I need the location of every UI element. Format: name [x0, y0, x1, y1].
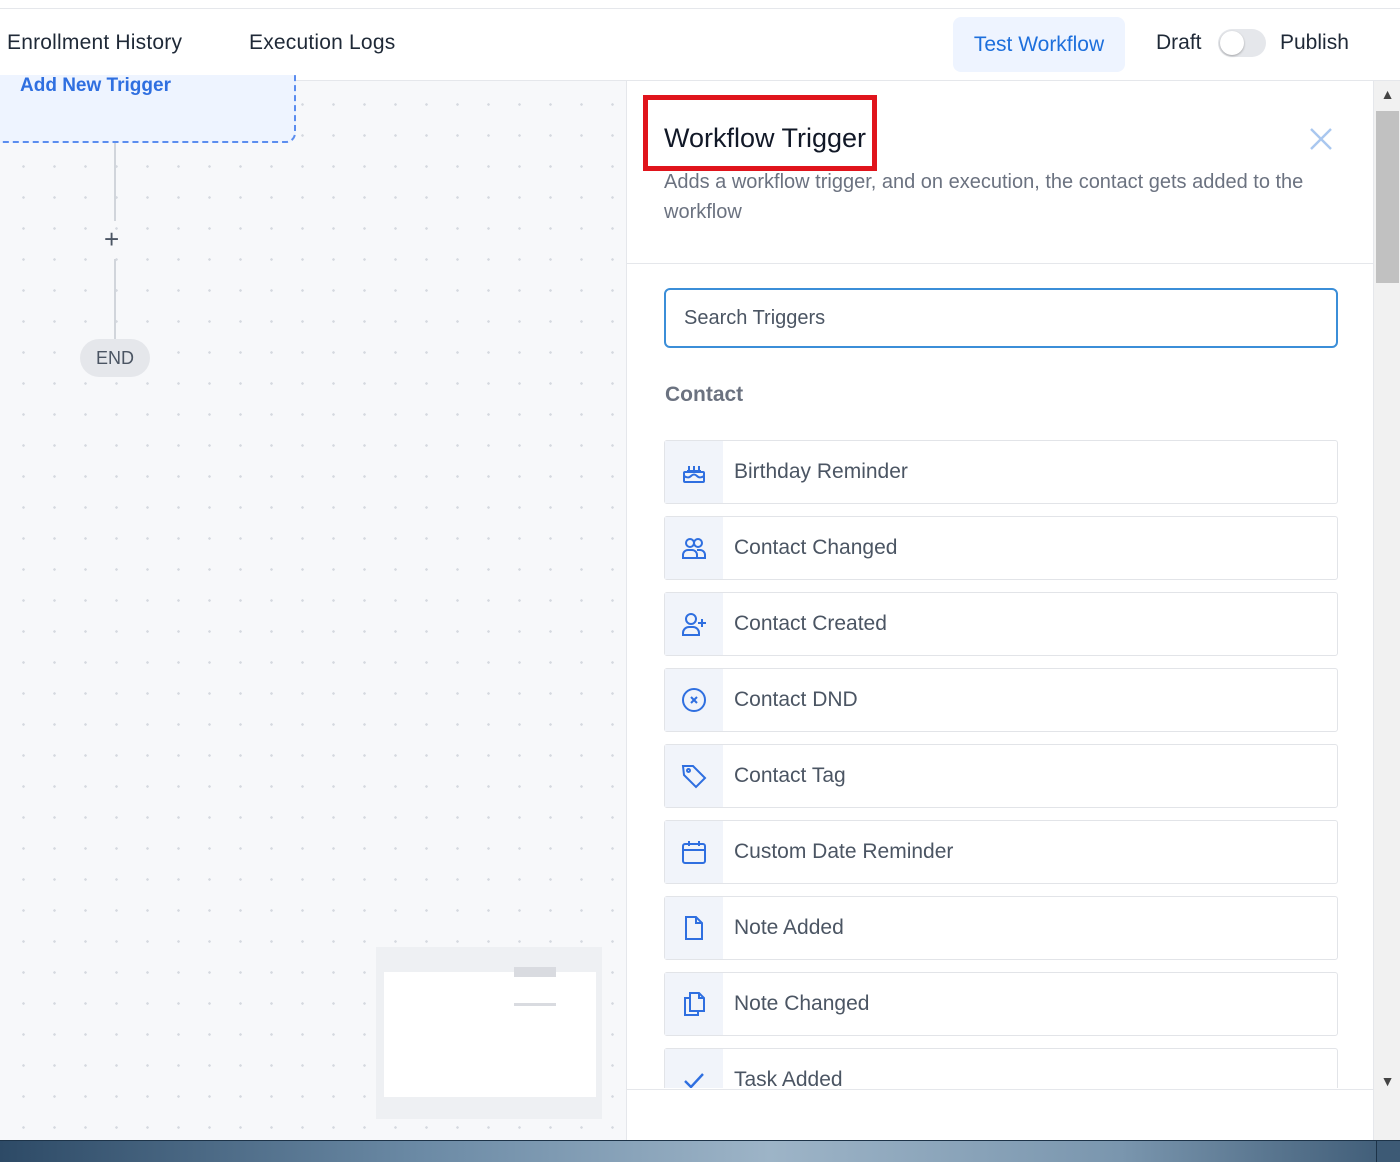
trigger-item-task-added[interactable]: Task Added	[664, 1048, 1338, 1088]
scroll-up-icon[interactable]: ▲	[1374, 83, 1400, 105]
trigger-item-contact-created[interactable]: Contact Created	[664, 592, 1338, 656]
show-desktop-button[interactable]	[1376, 1141, 1400, 1162]
trigger-item-label: Contact DND	[734, 688, 858, 711]
birthday-cake-icon	[665, 441, 723, 503]
trigger-item-custom-date-reminder[interactable]: Custom Date Reminder	[664, 820, 1338, 884]
section-title-contact: Contact	[665, 383, 744, 406]
trigger-item-note-added[interactable]: Note Added	[664, 896, 1338, 960]
trigger-item-label: Task Added	[734, 1068, 843, 1088]
publish-label: Publish	[1280, 31, 1349, 54]
close-icon[interactable]	[1307, 125, 1335, 153]
trigger-item-label: Note Changed	[734, 992, 870, 1015]
trigger-item-contact-dnd[interactable]: Contact DND	[664, 668, 1338, 732]
workflow-canvas[interactable]: Add New Trigger + END	[0, 75, 626, 1140]
trigger-item-note-changed[interactable]: Note Changed	[664, 972, 1338, 1036]
tab-execution-logs[interactable]: Execution Logs	[249, 31, 395, 55]
copy-document-icon	[665, 973, 723, 1035]
contacts-icon	[665, 517, 723, 579]
panel-footer	[627, 1089, 1374, 1141]
add-new-trigger-card[interactable]: Add New Trigger	[0, 75, 296, 143]
end-node: END	[80, 339, 150, 377]
tab-enrollment-history[interactable]: Enrollment History	[7, 31, 182, 55]
document-icon	[665, 897, 723, 959]
workflow-trigger-panel: Workflow Trigger Adds a workflow trigger…	[626, 81, 1374, 1141]
trigger-item-label: Contact Created	[734, 612, 887, 635]
minimap-node	[514, 1003, 556, 1006]
minimap-viewport	[384, 972, 596, 1097]
os-taskbar	[0, 1140, 1400, 1162]
check-icon	[665, 1049, 723, 1088]
add-new-trigger-label: Add New Trigger	[20, 75, 171, 96]
trigger-item-label: Contact Tag	[734, 764, 846, 787]
trigger-item-contact-changed[interactable]: Contact Changed	[664, 516, 1338, 580]
draft-label: Draft	[1156, 31, 1202, 54]
scroll-down-icon[interactable]: ▼	[1374, 1070, 1400, 1092]
connector-line	[114, 143, 116, 221]
divider	[627, 263, 1374, 264]
panel-title: Workflow Trigger	[664, 123, 867, 153]
scrollbar-thumb[interactable]	[1376, 111, 1399, 283]
user-plus-icon	[665, 593, 723, 655]
publish-toggle[interactable]	[1218, 29, 1266, 57]
test-workflow-button[interactable]: Test Workflow	[953, 17, 1125, 72]
circle-x-icon	[665, 669, 723, 731]
trigger-item-birthday-reminder[interactable]: Birthday Reminder	[664, 440, 1338, 504]
search-triggers-input[interactable]	[664, 288, 1338, 348]
window-top-edge	[0, 0, 1400, 9]
trigger-item-label: Note Added	[734, 916, 844, 939]
trigger-item-label: Custom Date Reminder	[734, 840, 954, 863]
add-step-button[interactable]: +	[104, 226, 119, 252]
trigger-item-contact-tag[interactable]: Contact Tag	[664, 744, 1338, 808]
trigger-item-label: Birthday Reminder	[734, 460, 908, 483]
trigger-list: Birthday Reminder Contact Changed Contac…	[664, 440, 1338, 1088]
panel-description: Adds a workflow trigger, and on executio…	[664, 171, 1304, 223]
trigger-item-label: Contact Changed	[734, 536, 898, 559]
calendar-icon	[665, 821, 723, 883]
panel-scrollbar[interactable]: ▲ ▼	[1373, 81, 1400, 1140]
toggle-knob	[1220, 31, 1244, 55]
workflow-header: Enrollment History Execution Logs Test W…	[0, 9, 1400, 81]
tag-icon	[665, 745, 723, 807]
minimap[interactable]	[376, 947, 602, 1119]
minimap-node	[514, 967, 556, 977]
connector-line	[114, 259, 116, 339]
